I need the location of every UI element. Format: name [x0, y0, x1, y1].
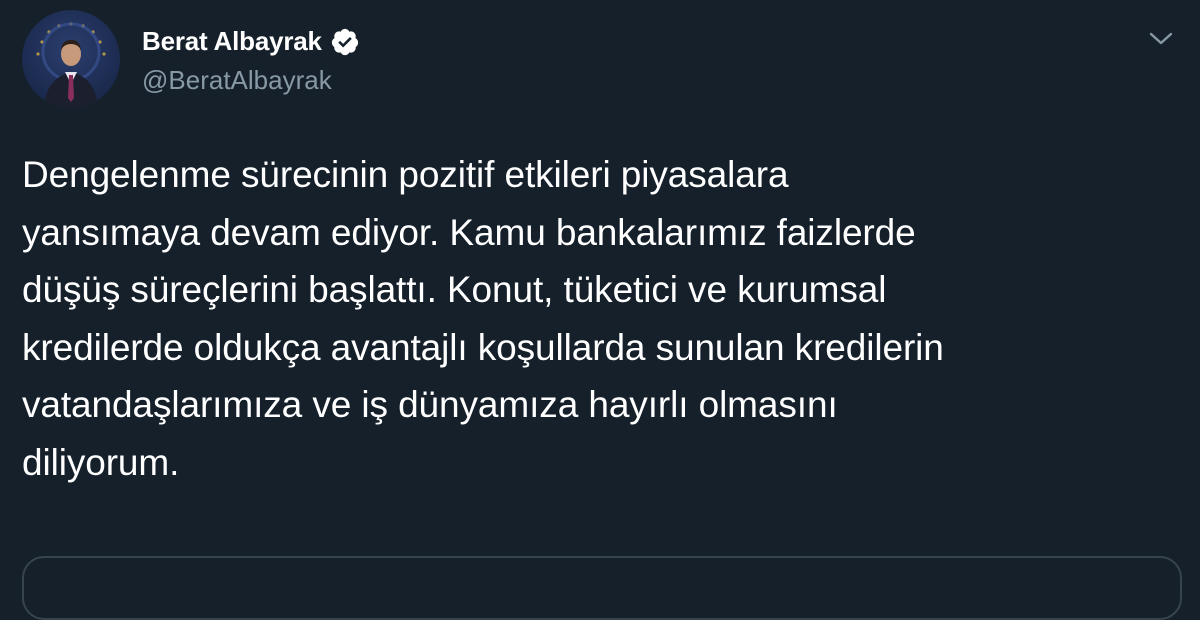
verified-badge-icon: [330, 27, 360, 57]
media-card[interactable]: [22, 556, 1182, 620]
more-options-button[interactable]: [1144, 24, 1178, 54]
author-display-name[interactable]: Berat Albayrak: [142, 26, 322, 57]
tweet-text: Dengelenme sürecinin pozitif etkileri pi…: [22, 154, 944, 483]
chevron-down-icon: [1149, 32, 1173, 45]
avatar-image: [36, 22, 106, 108]
author-handle[interactable]: @BeratAlbayrak: [142, 65, 332, 96]
avatar[interactable]: [22, 10, 120, 108]
tweet: Berat Albayrak @BeratAlbayrak Dengelenme…: [0, 0, 1200, 620]
author-name-row[interactable]: Berat Albayrak: [142, 26, 360, 57]
